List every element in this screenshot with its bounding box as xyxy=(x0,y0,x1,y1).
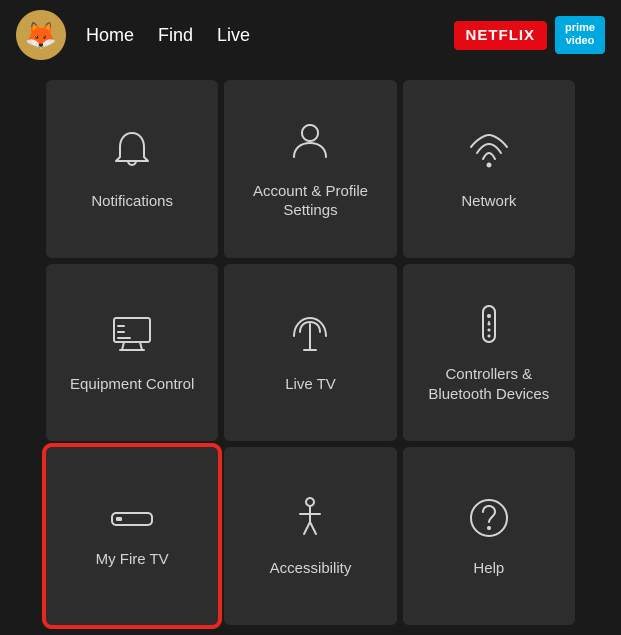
nav-live[interactable]: Live xyxy=(217,25,250,46)
accessibility-icon xyxy=(286,494,334,549)
my-fire-tv-label: My Fire TV xyxy=(96,550,169,570)
notifications-label: Notifications xyxy=(91,192,173,212)
wifi-icon xyxy=(465,127,513,182)
help-icon xyxy=(465,494,513,549)
antenna-icon xyxy=(286,310,334,365)
grid-item-equipment-control[interactable]: Equipment Control xyxy=(46,264,218,442)
account-profile-label: Account & Profile Settings xyxy=(234,182,386,221)
equipment-control-label: Equipment Control xyxy=(70,375,194,395)
logo[interactable]: 🦊 xyxy=(16,10,66,60)
top-navigation: 🦊 Home Find Live NETFLIX prime video xyxy=(0,0,621,70)
network-label: Network xyxy=(461,192,516,212)
monitor-icon xyxy=(108,310,156,365)
grid-item-account-profile[interactable]: Account & Profile Settings xyxy=(224,80,396,258)
accessibility-label: Accessibility xyxy=(270,559,352,579)
live-tv-label: Live TV xyxy=(285,375,336,395)
grid-item-my-fire-tv[interactable]: My Fire TV xyxy=(46,447,218,625)
nav-links: Home Find Live xyxy=(86,25,434,46)
nav-find[interactable]: Find xyxy=(158,25,193,46)
person-icon xyxy=(286,117,334,172)
remote-icon xyxy=(465,300,513,355)
prime-video-button[interactable]: prime video xyxy=(555,16,605,54)
nav-home[interactable]: Home xyxy=(86,25,134,46)
grid-item-accessibility[interactable]: Accessibility xyxy=(224,447,396,625)
grid-item-controllers-bluetooth[interactable]: Controllers & Bluetooth Devices xyxy=(403,264,575,442)
grid-item-notifications[interactable]: Notifications xyxy=(46,80,218,258)
firestick-icon xyxy=(108,502,156,540)
grid-item-live-tv[interactable]: Live TV xyxy=(224,264,396,442)
netflix-button[interactable]: NETFLIX xyxy=(454,21,548,50)
grid-item-help[interactable]: Help xyxy=(403,447,575,625)
grid-item-network[interactable]: Network xyxy=(403,80,575,258)
controllers-bluetooth-label: Controllers & Bluetooth Devices xyxy=(413,365,565,404)
nav-right: NETFLIX prime video xyxy=(454,16,605,54)
settings-grid: Notifications Account & Profile Settings… xyxy=(0,70,621,635)
help-label: Help xyxy=(473,559,504,579)
bell-icon xyxy=(108,127,156,182)
